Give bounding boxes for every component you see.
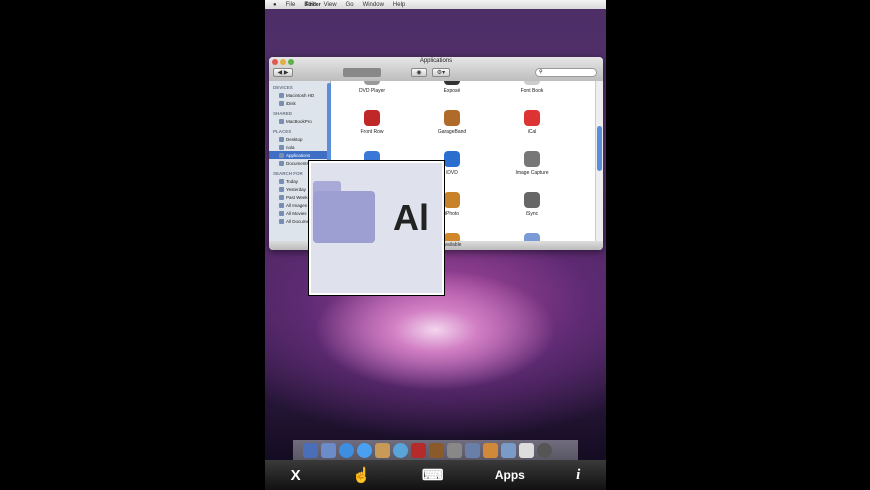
apps-button[interactable]: Apps [495, 468, 525, 482]
remote-desktop-screen[interactable]: ● Finder File Edit View Go Window Help A… [265, 0, 606, 460]
app-label: Font Book [520, 88, 544, 94]
app-label: Image Capture [515, 170, 549, 176]
app-item[interactable] [492, 233, 572, 241]
app-item[interactable]: iSync [492, 192, 572, 217]
app-icon [524, 151, 540, 167]
sidebar-header-places: PLACES [273, 129, 292, 134]
app-label: Front Row [360, 129, 384, 135]
app-icon [444, 151, 460, 167]
close-button[interactable]: X [291, 467, 301, 484]
app-icon [364, 110, 380, 126]
info-button[interactable]: i [576, 467, 580, 484]
app-item[interactable]: Image Capture [492, 151, 572, 176]
dock-front-row-icon[interactable] [411, 443, 426, 458]
dock [293, 440, 578, 460]
quick-look-button[interactable]: ◉ [411, 68, 427, 77]
app-item[interactable]: iCal [492, 110, 572, 135]
content-scrollbar[interactable] [595, 81, 603, 241]
app-item[interactable]: Front Row [332, 110, 412, 135]
app-icon [444, 192, 460, 208]
pointer-hand-icon[interactable]: ☝ [352, 466, 371, 484]
app-label: GarageBand [437, 129, 467, 135]
dock-trash-icon[interactable] [537, 443, 552, 458]
app-icon [524, 81, 540, 85]
keyboard-icon[interactable]: ⌨ [422, 466, 444, 484]
dock-documents-stack-icon[interactable] [519, 443, 534, 458]
sidebar-item-macintosh-hd[interactable]: Macintosh HD [269, 91, 330, 99]
menu-window[interactable]: Window [363, 2, 384, 8]
sidebar-item-nola[interactable]: nola [269, 143, 330, 151]
menu-help[interactable]: Help [393, 2, 405, 8]
title-bar: Applications ◀ ▶ ◉ ⚙▾ ⚲ [269, 57, 603, 81]
app-item[interactable]: Font Book [492, 81, 572, 94]
back-forward-buttons[interactable]: ◀ ▶ [273, 68, 293, 77]
dock-garageband-icon[interactable] [429, 443, 444, 458]
app-icon [524, 192, 540, 208]
app-label: iSync [525, 211, 539, 217]
app-icon [444, 81, 460, 85]
bottom-toolbar: X ☝ ⌨ Apps i [265, 460, 606, 490]
sidebar-item-desktop[interactable]: Desktop [269, 135, 330, 143]
app-item[interactable]: DVD Player [332, 81, 412, 94]
app-icon [444, 233, 460, 241]
menu-finder[interactable]: Finder [273, 2, 353, 8]
search-field[interactable]: ⚲ [535, 68, 597, 77]
action-gear-button[interactable]: ⚙▾ [432, 68, 450, 77]
sidebar-header-shared: SHARED [273, 111, 293, 116]
magnified-applications-folder-icon [313, 191, 375, 243]
window-title: Applications [419, 58, 453, 64]
view-mode-buttons[interactable] [343, 68, 381, 77]
sidebar-item-macbookpro[interactable]: MacBookPro [269, 117, 330, 125]
sidebar-item-applications[interactable]: Applications [269, 151, 330, 159]
dock-idvd-icon[interactable] [465, 443, 480, 458]
magnified-text: Al [393, 197, 429, 238]
app-label: Exposé [443, 88, 461, 94]
app-item[interactable]: Exposé [412, 81, 492, 94]
dock-itunes-icon[interactable] [393, 443, 408, 458]
dock-finder-icon[interactable] [303, 443, 318, 458]
dock-ichat-icon[interactable] [357, 443, 372, 458]
sidebar-item-idisk[interactable]: iDisk [269, 99, 330, 107]
app-icon [524, 110, 540, 126]
dock-safari-icon[interactable] [339, 443, 354, 458]
app-icon [524, 233, 540, 241]
dock-applications-stack-icon[interactable] [501, 443, 516, 458]
app-label: DVD Player [358, 88, 386, 94]
scroll-thumb[interactable] [597, 126, 602, 171]
app-icon [364, 81, 380, 85]
dock-mail-icon[interactable] [321, 443, 336, 458]
app-label: iCal [527, 129, 537, 135]
app-icon [444, 110, 460, 126]
magnifier-loupe: Al [308, 160, 445, 296]
dock-iphoto-icon[interactable] [483, 443, 498, 458]
menu-bar: ● Finder File Edit View Go Window Help [265, 0, 606, 9]
sidebar-header-devices: DEVICES [273, 85, 293, 90]
app-item[interactable]: GarageBand [412, 110, 492, 135]
dock-image-capture-icon[interactable] [447, 443, 462, 458]
dock-address-book-icon[interactable] [375, 443, 390, 458]
